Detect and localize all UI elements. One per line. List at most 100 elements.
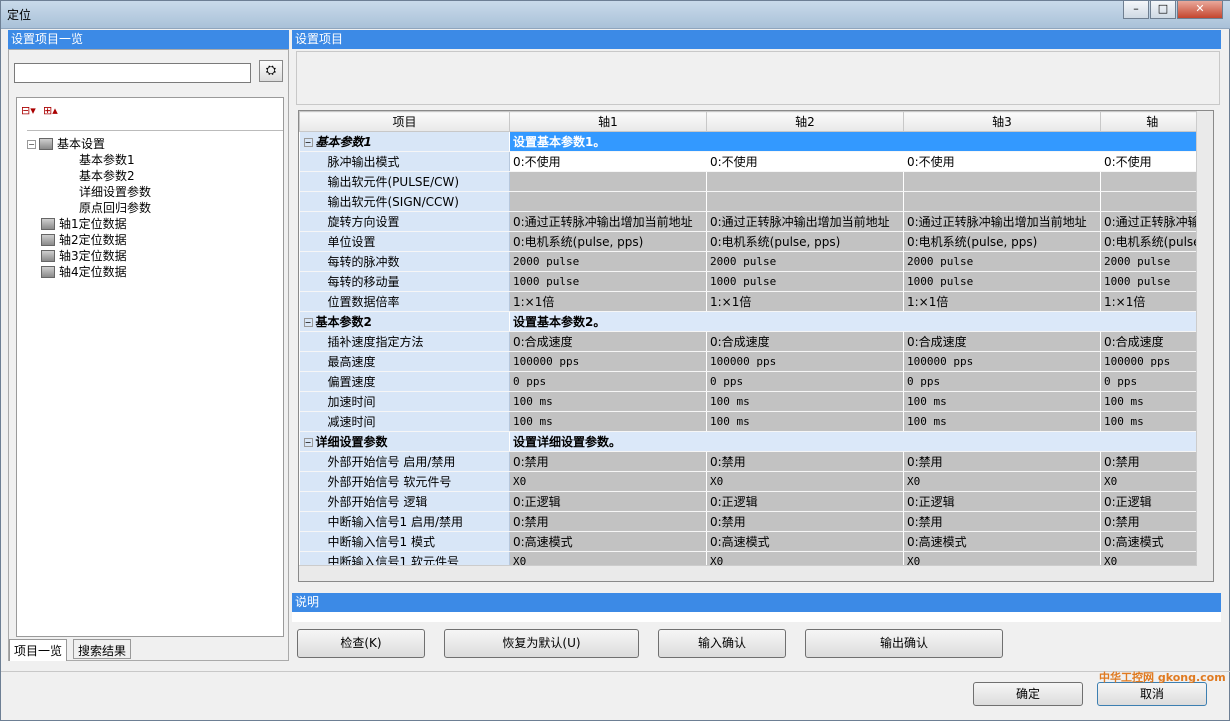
param-value-cell[interactable]: 0:正逻辑	[903, 491, 1101, 512]
param-value-cell[interactable]: 0:合成速度	[706, 331, 904, 352]
tree-node-home-param[interactable]: 原点回归参数	[79, 199, 151, 216]
group-label[interactable]: − 基本参数1	[299, 131, 510, 152]
input-confirm-button[interactable]: 输入确认	[658, 629, 786, 658]
param-value-cell[interactable]	[509, 171, 707, 192]
tree-node-basic-param1[interactable]: 基本参数1	[79, 151, 135, 168]
param-value-cell[interactable]: 100 ms	[706, 411, 904, 432]
group-label[interactable]: − 详细设置参数	[299, 431, 510, 452]
param-value-cell[interactable]: 0:电机系统(pulse, pps)	[509, 231, 707, 252]
tab-search-results[interactable]: 搜索结果	[73, 639, 132, 659]
param-value-cell[interactable]: 0:不使用	[509, 151, 707, 172]
param-value-cell[interactable]: 2000 pulse	[706, 251, 904, 272]
param-value-cell[interactable]: 0:禁用	[706, 511, 904, 532]
ok-button[interactable]: 确定	[973, 682, 1083, 706]
param-value-cell[interactable]: 0:不使用	[1100, 151, 1205, 172]
param-value-cell[interactable]	[509, 191, 707, 212]
tree-node-basic-settings[interactable]: − 基本设置	[27, 135, 105, 152]
param-value-cell[interactable]: 100000 pps	[509, 351, 707, 372]
param-value-cell[interactable]: 0:电机系统(pulse	[1100, 231, 1205, 252]
param-value-cell[interactable]: X0	[903, 471, 1101, 492]
collapse-all-icon[interactable]: ⊞▴	[43, 104, 58, 117]
search-input[interactable]	[14, 63, 251, 83]
table-row[interactable]: 外部开始信号 启用/禁用 0:禁用 0:禁用 0:禁用 0:禁用	[299, 451, 1205, 472]
param-value-cell[interactable]: 100000 pps	[706, 351, 904, 372]
param-value-cell[interactable]: 0:合成速度	[1100, 331, 1205, 352]
param-value-cell[interactable]: 0:合成速度	[509, 331, 707, 352]
collapse-icon[interactable]: −	[303, 438, 313, 447]
param-value-cell[interactable]: 1:×1倍	[509, 291, 707, 312]
table-row[interactable]: 每转的移动量 1000 pulse 1000 pulse 1000 pulse 1000…	[299, 271, 1205, 292]
collapse-icon[interactable]: −	[303, 318, 313, 327]
param-value-cell[interactable]: 1:×1倍	[903, 291, 1101, 312]
param-value-cell[interactable]: 100 ms	[706, 391, 904, 412]
table-row[interactable]: 每转的脉冲数 2000 pulse 2000 pulse 2000 pulse 2000…	[299, 251, 1205, 272]
table-row[interactable]: 加速时间 100 ms 100 ms 100 ms 100 ms	[299, 391, 1205, 412]
param-value-cell[interactable]: 0:正逻辑	[509, 491, 707, 512]
param-value-cell[interactable]: 1:×1倍	[706, 291, 904, 312]
param-value-cell[interactable]: 0 pps	[1100, 371, 1205, 392]
param-value-cell[interactable]: 0:正逻辑	[706, 491, 904, 512]
param-value-cell[interactable]: 1000 pulse	[1100, 271, 1205, 292]
tree-node-axis3-data[interactable]: 轴3定位数据	[41, 247, 127, 264]
group-label[interactable]: − 基本参数2	[299, 311, 510, 332]
param-value-cell[interactable]: 2000 pulse	[903, 251, 1101, 272]
minimize-button[interactable]: –	[1123, 1, 1149, 19]
param-value-cell[interactable]: 100 ms	[1100, 411, 1205, 432]
cancel-button[interactable]: 取消	[1097, 682, 1207, 706]
table-row[interactable]: 外部开始信号 逻辑 0:正逻辑 0:正逻辑 0:正逻辑 0:正逻辑	[299, 491, 1205, 512]
table-row[interactable]: 插补速度指定方法 0:合成速度 0:合成速度 0:合成速度 0:合成速度	[299, 331, 1205, 352]
param-value-cell[interactable]: 0:高速模式	[1100, 531, 1205, 552]
table-row[interactable]: 中断输入信号1 启用/禁用 0:禁用 0:禁用 0:禁用 0:禁用	[299, 511, 1205, 532]
param-value-cell[interactable]	[706, 191, 904, 212]
param-value-cell[interactable]	[1100, 191, 1205, 212]
param-value-cell[interactable]: 0:通过正转脉冲输	[1100, 211, 1205, 232]
param-value-cell[interactable]: X0	[1100, 471, 1205, 492]
close-button[interactable]: ✕	[1177, 1, 1223, 19]
param-value-cell[interactable]: 2000 pulse	[509, 251, 707, 272]
table-row[interactable]: 偏置速度 0 pps 0 pps 0 pps 0 pps	[299, 371, 1205, 392]
table-row[interactable]: 外部开始信号 软元件号 X0 X0 X0 X0	[299, 471, 1205, 492]
param-value-cell[interactable]	[903, 191, 1101, 212]
table-row[interactable]: 最高速度 100000 pps 100000 pps 100000 pps 100000…	[299, 351, 1205, 372]
group-row[interactable]: − 基本参数1 设置基本参数1。	[299, 131, 1205, 152]
param-value-cell[interactable]: 0:禁用	[1100, 511, 1205, 532]
param-value-cell[interactable]: 0:高速模式	[509, 531, 707, 552]
collapse-icon[interactable]: −	[303, 138, 313, 147]
param-value-cell[interactable]: 0 pps	[509, 371, 707, 392]
param-value-cell[interactable]: 0:禁用	[903, 451, 1101, 472]
param-value-cell[interactable]: 100000 pps	[903, 351, 1101, 372]
param-value-cell[interactable]: 0:高速模式	[706, 531, 904, 552]
column-header[interactable]: 轴3	[903, 111, 1101, 132]
param-value-cell[interactable]: 0:禁用	[706, 451, 904, 472]
param-value-cell[interactable]: 100 ms	[903, 391, 1101, 412]
param-value-cell[interactable]: 100 ms	[1100, 391, 1205, 412]
param-value-cell[interactable]: 1000 pulse	[509, 271, 707, 292]
param-value-cell[interactable]: 100 ms	[509, 391, 707, 412]
param-value-cell[interactable]	[1100, 171, 1205, 192]
tab-item-list[interactable]: 项目一览	[9, 639, 68, 661]
column-header[interactable]: 项目	[299, 111, 510, 132]
column-header[interactable]: 轴1	[509, 111, 707, 132]
check-button[interactable]: 检查(K)	[297, 629, 425, 658]
param-value-cell[interactable]: 0:不使用	[706, 151, 904, 172]
maximize-button[interactable]: □	[1150, 1, 1176, 19]
param-value-cell[interactable]	[903, 171, 1101, 192]
group-row[interactable]: − 基本参数2 设置基本参数2。	[299, 311, 1205, 332]
param-value-cell[interactable]: X0	[509, 471, 707, 492]
vertical-scrollbar[interactable]	[1196, 111, 1213, 581]
param-value-cell[interactable]: 0:不使用	[903, 151, 1101, 172]
param-value-cell[interactable]: 0:禁用	[1100, 451, 1205, 472]
param-value-cell[interactable]: 0:电机系统(pulse, pps)	[903, 231, 1101, 252]
param-value-cell[interactable]: 1:×1倍	[1100, 291, 1205, 312]
param-value-cell[interactable]	[706, 171, 904, 192]
tree-node-basic-param2[interactable]: 基本参数2	[79, 167, 135, 184]
param-value-cell[interactable]: 1000 pulse	[903, 271, 1101, 292]
tree-node-axis1-data[interactable]: 轴1定位数据	[41, 215, 127, 232]
param-value-cell[interactable]: 100000 pps	[1100, 351, 1205, 372]
table-row[interactable]: 旋转方向设置 0:通过正转脉冲输出增加当前地址 0:通过正转脉冲输出增加当前地址 0:…	[299, 211, 1205, 232]
param-value-cell[interactable]: 1000 pulse	[706, 271, 904, 292]
param-value-cell[interactable]: 0:电机系统(pulse, pps)	[706, 231, 904, 252]
table-row[interactable]: 中断输入信号1 模式 0:高速模式 0:高速模式 0:高速模式 0:高速模式	[299, 531, 1205, 552]
table-row[interactable]: 单位设置 0:电机系统(pulse, pps) 0:电机系统(pulse, pps)…	[299, 231, 1205, 252]
param-value-cell[interactable]: 100 ms	[903, 411, 1101, 432]
